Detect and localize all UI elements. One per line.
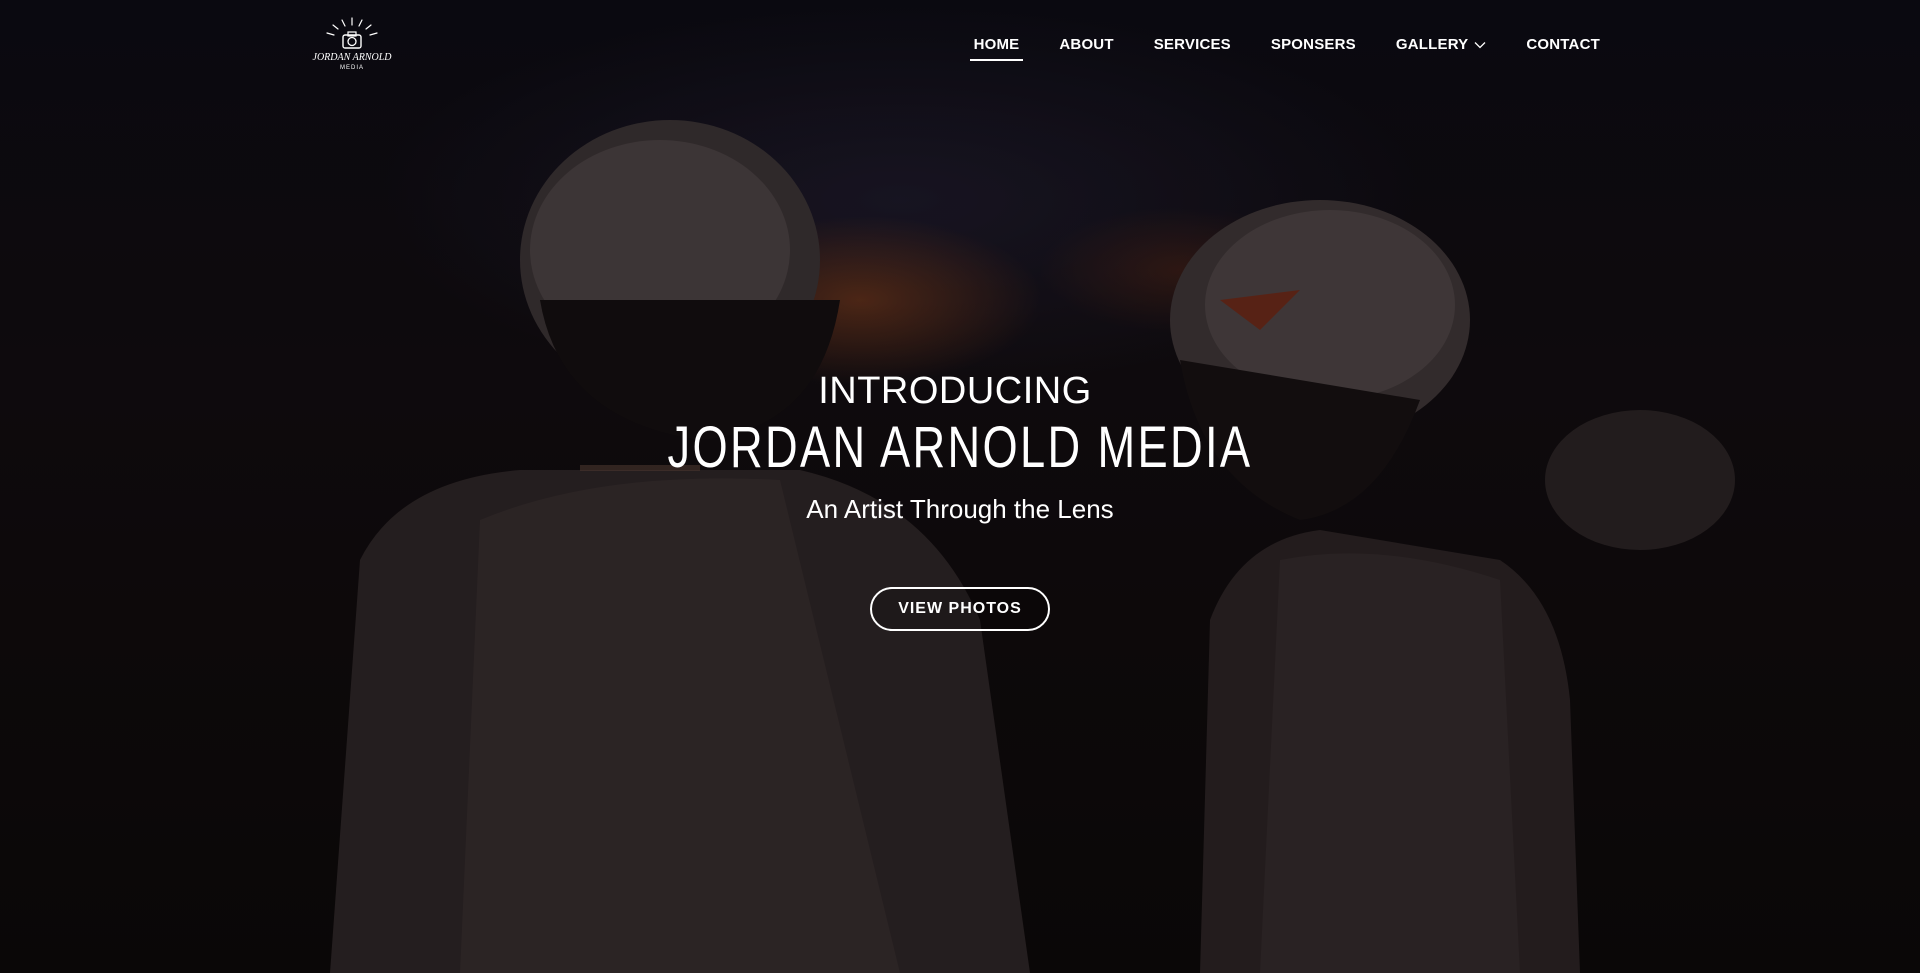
hero-title: JORDAN ARNOLD MEDIA bbox=[667, 415, 1253, 480]
hero-dark-overlay bbox=[0, 0, 1920, 973]
logo-subtext: MEDIA bbox=[340, 65, 364, 71]
nav-item-services-label: SERVICES bbox=[1153, 36, 1231, 53]
hero-tagline: An Artist Through the Lens bbox=[806, 494, 1114, 524]
nav-item-about-label: ABOUT bbox=[1059, 36, 1114, 53]
nav-item-contact-label: CONTACT bbox=[1526, 36, 1600, 53]
hero-background bbox=[0, 0, 1920, 973]
nav-item-home-label: HOME bbox=[973, 36, 1020, 53]
camera-icon: JORDAN ARNOLD MEDIA bbox=[313, 17, 392, 71]
view-photos-label: VIEW PHOTOS bbox=[898, 600, 1022, 617]
site-logo[interactable]: JORDAN ARNOLD MEDIA bbox=[312, 16, 392, 74]
view-photos-button[interactable]: VIEW PHOTOS bbox=[870, 587, 1050, 631]
site-header: JORDAN ARNOLD MEDIA HOME ABOUT SERVICES … bbox=[0, 0, 1920, 90]
hero-intro-heading: INTRODUCING bbox=[818, 370, 1092, 412]
nav-item-contact[interactable]: CONTACT bbox=[1522, 28, 1604, 61]
nav-item-home[interactable]: HOME bbox=[969, 28, 1024, 61]
main-nav: HOME ABOUT SERVICES SPONSERS GALLERY CON… bbox=[969, 28, 1604, 61]
nav-item-gallery[interactable]: GALLERY bbox=[1392, 28, 1491, 61]
nav-item-services[interactable]: SERVICES bbox=[1150, 28, 1235, 61]
chevron-down-icon bbox=[1474, 41, 1486, 48]
nav-item-sponsers-label: SPONSERS bbox=[1270, 36, 1356, 53]
logo-text: JORDAN ARNOLD bbox=[313, 52, 392, 63]
nav-item-sponsers[interactable]: SPONSERS bbox=[1267, 28, 1360, 61]
nav-item-gallery-label: GALLERY bbox=[1395, 36, 1469, 53]
nav-item-about[interactable]: ABOUT bbox=[1055, 28, 1117, 61]
